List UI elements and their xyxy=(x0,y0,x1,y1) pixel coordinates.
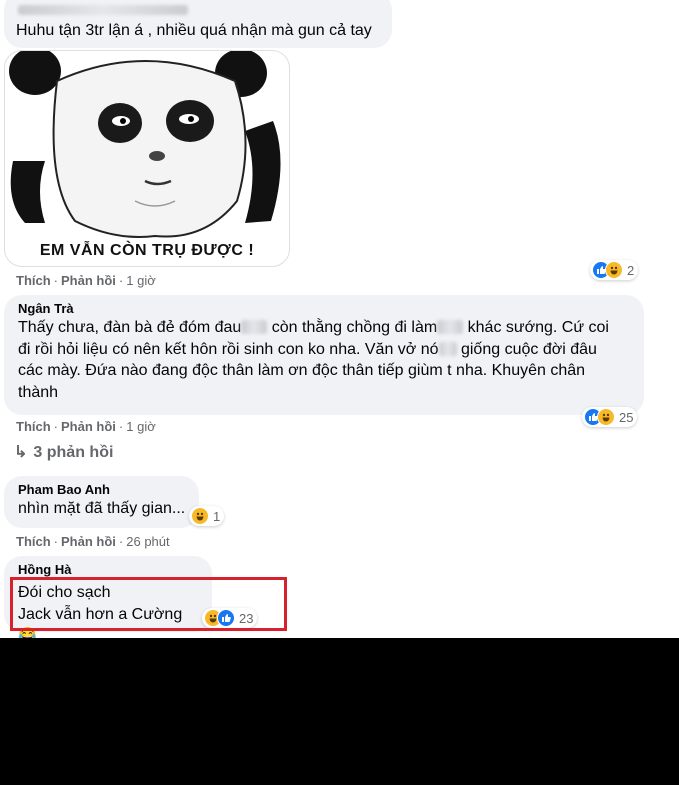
panda-meme-icon xyxy=(9,51,281,238)
comment-actions-ngan-tra: Thích · Phản hồi · 1 giờ xyxy=(16,419,156,434)
comment-author[interactable]: Hồng Hà xyxy=(18,562,200,578)
comment-bubble-ngan-tra: Ngân Trà Thấy chưa, đàn bà đẻ đóm đau cò… xyxy=(4,295,644,415)
sticker-image[interactable]: EM VẪN CÒN TRỤ ĐƯỢC ! xyxy=(4,50,290,267)
comment-author[interactable]: Ngân Trà xyxy=(18,301,632,317)
reaction-summary-ngan-tra[interactable]: 25 xyxy=(582,407,638,427)
like-link[interactable]: Thích xyxy=(16,419,51,434)
view-replies-link[interactable]: ↳ 3 phản hồi xyxy=(14,443,113,463)
replies-count-label: 3 phản hồi xyxy=(33,444,114,461)
comment-bubble-pham-bao-anh: Pham Bao Anh nhìn mặt đã thấy gian... xyxy=(4,476,199,528)
red-highlight-box xyxy=(10,577,287,631)
like-link[interactable]: Thích xyxy=(16,273,51,288)
timestamp[interactable]: 26 phút xyxy=(126,534,169,549)
timestamp[interactable]: 1 giờ xyxy=(126,273,156,288)
haha-icon xyxy=(605,261,623,279)
reply-link[interactable]: Phản hồi xyxy=(61,419,116,434)
comment-author-blurred xyxy=(18,0,188,16)
reaction-count: 25 xyxy=(619,409,634,425)
reaction-count: 2 xyxy=(627,262,635,278)
reply-link[interactable]: Phản hồi xyxy=(61,534,116,549)
sticker-caption: EM VẪN CÒN TRỤ ĐƯỢC ! xyxy=(39,242,255,259)
comment-text: Huhu tận 3tr lận á , nhiều quá nhận mà g… xyxy=(16,22,372,39)
comment-actions-pham-bao-anh: Thích · Phản hồi · 26 phút xyxy=(16,534,170,549)
timestamp[interactable]: 1 giờ xyxy=(126,419,156,434)
comment-text: Thấy chưa, đàn bà đẻ đóm đau còn thằng c… xyxy=(18,319,609,401)
like-link[interactable]: Thích xyxy=(16,534,51,549)
comment-author[interactable]: Pham Bao Anh xyxy=(18,482,187,498)
comment-actions-2: Thích · Phản hồi · 1 giờ xyxy=(16,273,156,288)
comment-text: nhìn mặt đã thấy gian... xyxy=(18,500,186,517)
reaction-summary-pham-bao-anh[interactable]: 1 xyxy=(189,506,225,526)
haha-icon xyxy=(597,408,615,426)
reaction-summary-2[interactable]: 2 xyxy=(590,260,639,280)
black-bottom-area xyxy=(0,638,679,785)
reaction-count: 1 xyxy=(213,508,221,524)
reply-link[interactable]: Phản hồi xyxy=(61,273,116,288)
reply-arrow-icon: ↳ xyxy=(14,444,28,461)
haha-icon xyxy=(191,507,209,525)
comment-bubble-1: Huhu tận 3tr lận á , nhiều quá nhận mà g… xyxy=(4,0,392,48)
